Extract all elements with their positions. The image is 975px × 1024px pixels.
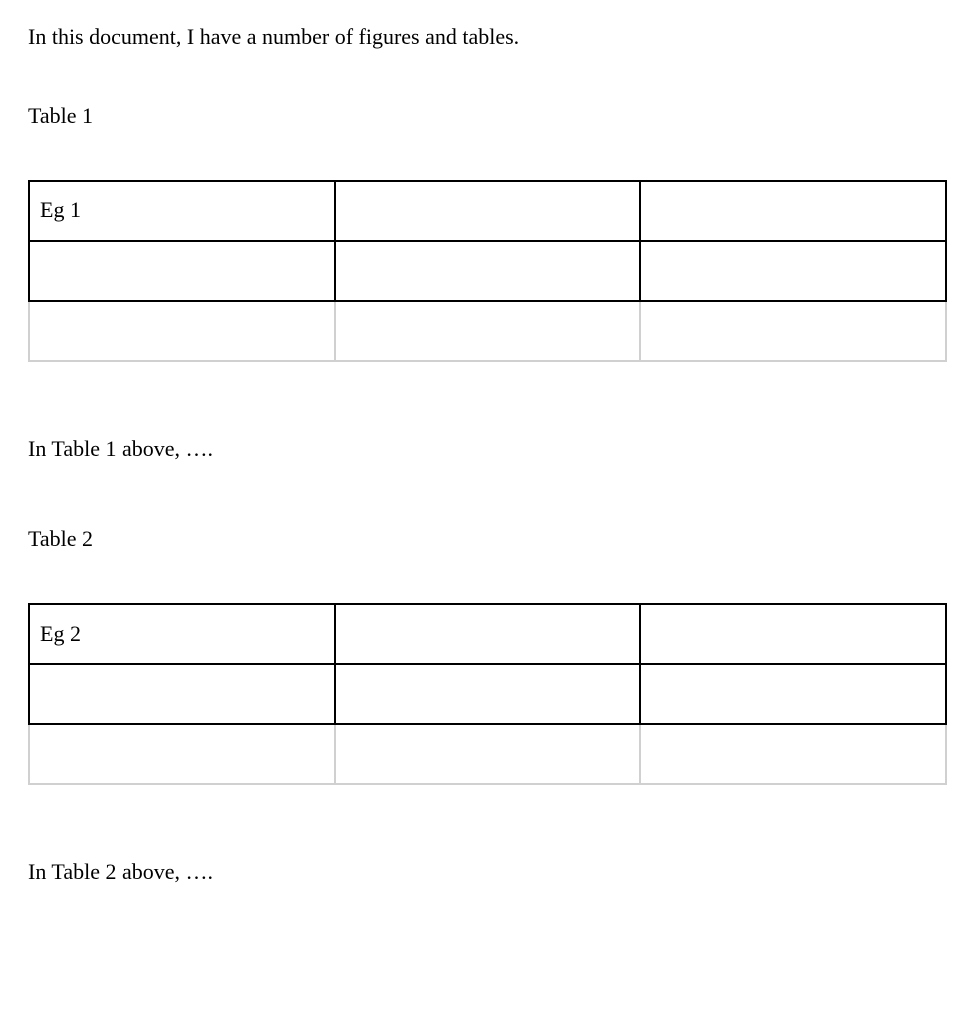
table-1-reference-paragraph: In Table 1 above, …. [28, 434, 947, 465]
table-cell [335, 181, 641, 241]
table-cell [335, 664, 641, 724]
table-cell [640, 241, 946, 301]
table-cell [335, 301, 641, 361]
table-cell [640, 604, 946, 664]
table-2-container: Eg 2 [28, 603, 947, 785]
table-cell [29, 664, 335, 724]
table-row: Eg 1 [29, 181, 946, 241]
intro-paragraph: In this document, I have a number of fig… [28, 22, 947, 53]
table-cell [335, 604, 641, 664]
table-cell [640, 664, 946, 724]
table-2: Eg 2 [28, 603, 947, 785]
table-row: Eg 2 [29, 604, 946, 664]
table-cell [335, 724, 641, 784]
table-row [29, 241, 946, 301]
table-cell [640, 181, 946, 241]
table-1-container: Eg 1 [28, 180, 947, 362]
table-cell [29, 724, 335, 784]
table-cell [335, 241, 641, 301]
table-cell: Eg 1 [29, 181, 335, 241]
table-cell: Eg 2 [29, 604, 335, 664]
table-row [29, 724, 946, 784]
table-cell [640, 724, 946, 784]
table-cell [640, 301, 946, 361]
table-1: Eg 1 [28, 180, 947, 362]
table-1-caption: Table 1 [28, 101, 947, 132]
table-row [29, 301, 946, 361]
table-row [29, 664, 946, 724]
table-cell [29, 301, 335, 361]
table-cell [29, 241, 335, 301]
table-2-caption: Table 2 [28, 524, 947, 555]
table-2-reference-paragraph: In Table 2 above, …. [28, 857, 947, 888]
